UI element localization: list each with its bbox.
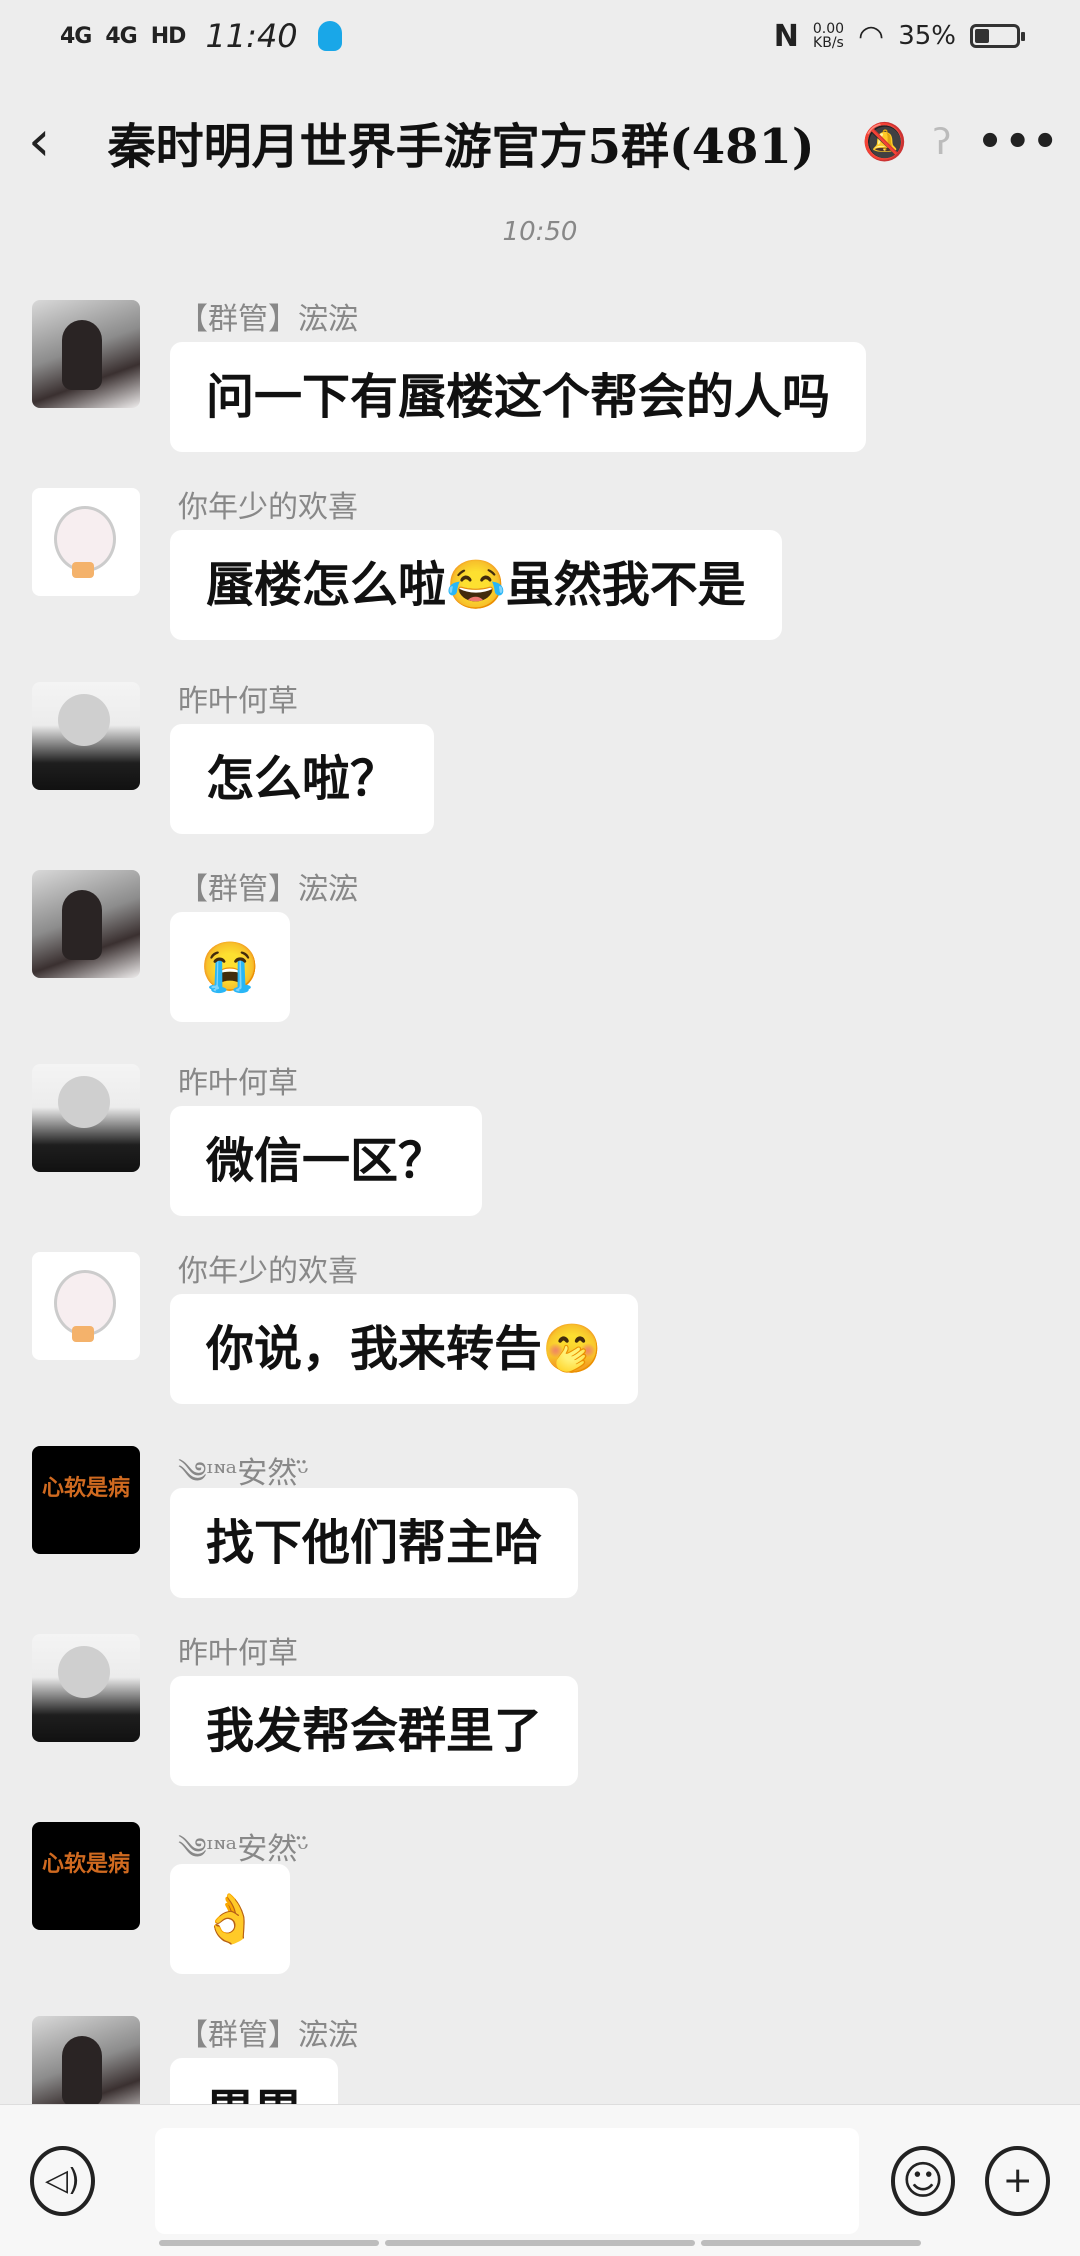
battery-icon: [970, 24, 1025, 48]
network-speed: 0.00 KB/s: [813, 22, 844, 50]
status-bar: 4G 4G HD 11:40 N 0.00 KB/s ◠ 35%: [0, 0, 1080, 72]
message-bubble[interactable]: 蜃楼怎么啦😂虽然我不是: [170, 530, 782, 640]
plus-button[interactable]: +: [985, 2145, 1051, 2216]
plus-icon: +: [1002, 2160, 1033, 2201]
avatar[interactable]: [32, 1064, 140, 1172]
sender-name: 【群管】浤浤: [178, 2018, 358, 2053]
avatar[interactable]: [32, 488, 140, 596]
battery-percent: 35%: [898, 21, 956, 51]
message-bubble[interactable]: 怎么啦？: [170, 724, 435, 834]
avatar[interactable]: [32, 1634, 140, 1742]
qq-icon: [317, 21, 342, 51]
avatar[interactable]: [32, 300, 140, 408]
sender-name: 昨叶何草: [178, 1636, 298, 1671]
avatar[interactable]: [32, 682, 140, 790]
sender-name: 昨叶何草: [178, 1066, 298, 1101]
message-bubble[interactable]: 问一下有蜃楼这个帮会的人吗: [170, 342, 867, 452]
speed-unit: KB/s: [813, 35, 844, 51]
chat-title: 秦时明月世界手游官方5群(481): [107, 119, 815, 175]
message-bubble[interactable]: 微信一区？: [170, 1106, 483, 1216]
home-indicator[interactable]: [0, 2240, 1080, 2250]
avatar[interactable]: [32, 1446, 140, 1554]
message-bubble[interactable]: 找下他们帮主哈: [170, 1488, 579, 1598]
signal-icon-2: 4G: [105, 23, 137, 49]
header-actions: 🔕 ʔ •••: [862, 119, 1060, 165]
wifi-icon: ◠: [858, 18, 885, 54]
sender-name: 你年少的欢喜: [178, 1254, 358, 1289]
nav-segment: [385, 2240, 695, 2246]
status-right: N 0.00 KB/s ◠ 35%: [773, 18, 1025, 54]
message-timestamp: 10:50: [502, 217, 578, 247]
avatar[interactable]: [32, 1252, 140, 1360]
sender-name: 【群管】浤浤: [178, 872, 358, 907]
back-arrow-icon[interactable]: ‹: [28, 114, 84, 170]
hd-icon: HD: [150, 23, 187, 49]
message-bubble[interactable]: 👌: [170, 1864, 290, 1974]
message-input[interactable]: [154, 2127, 859, 2234]
message-bubble[interactable]: 😭: [170, 912, 290, 1022]
ear-icon[interactable]: ʔ: [933, 122, 951, 163]
more-dots-icon[interactable]: •••: [977, 119, 1060, 165]
message-bubble[interactable]: 你说，我来转告🤭: [170, 1294, 638, 1404]
signal-icon: 4G: [60, 23, 92, 49]
status-time: 11:40: [205, 17, 298, 55]
status-left: 4G 4G HD 11:40: [60, 17, 342, 55]
sender-name: 【群管】浤浤: [178, 302, 358, 337]
emoji-button[interactable]: ☺: [890, 2145, 956, 2216]
voice-icon: ◁): [44, 2163, 80, 2198]
avatar[interactable]: [32, 870, 140, 978]
voice-button[interactable]: ◁): [30, 2145, 95, 2216]
battery-fill: [975, 29, 989, 43]
nav-segment: [159, 2240, 379, 2246]
nav-segment: [701, 2240, 921, 2246]
chat-header: ‹ 秦时明月世界手游官方5群(481) 🔕 ʔ •••: [0, 72, 1080, 212]
message-bubble[interactable]: 我发帮会群里了: [170, 1676, 579, 1786]
sender-name: 你年少的欢喜: [178, 490, 358, 525]
emoji-icon: ☺: [902, 2157, 944, 2204]
avatar[interactable]: [32, 1822, 140, 1930]
nfc-icon: N: [773, 18, 799, 54]
input-bar: ◁) ☺ +: [0, 2104, 1080, 2256]
bell-muted-icon[interactable]: 🔕: [862, 121, 907, 163]
sender-name: 昨叶何草: [178, 684, 298, 719]
